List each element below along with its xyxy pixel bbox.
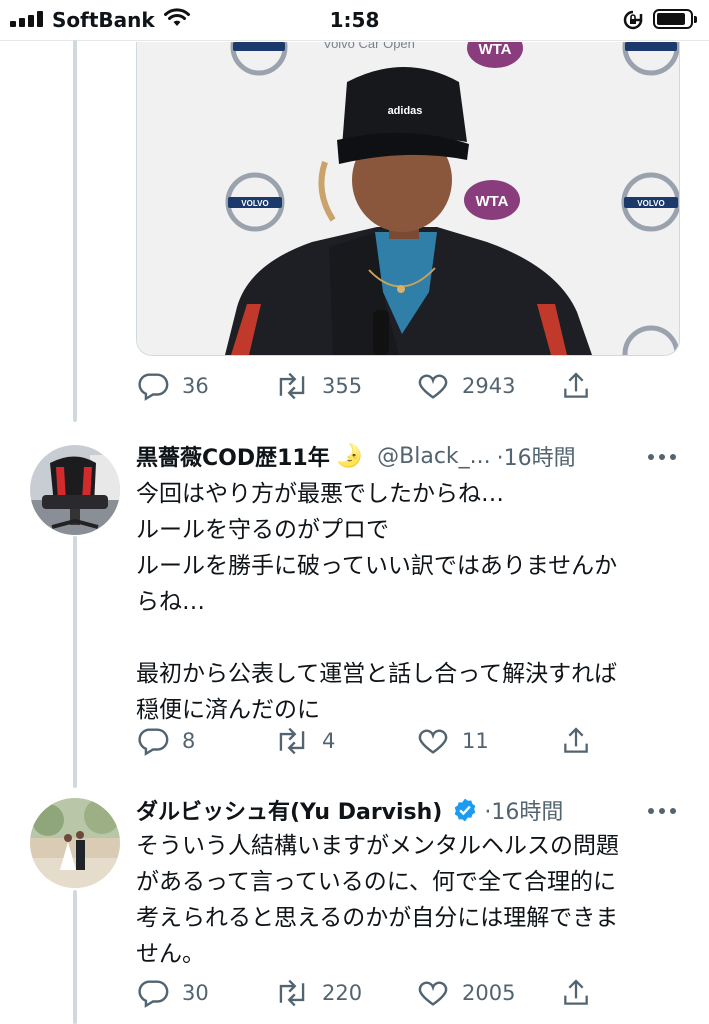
- retweet-icon: [279, 979, 305, 1007]
- like-button[interactable]: 2943: [416, 369, 515, 403]
- share-button[interactable]: [560, 724, 592, 758]
- retweet-button[interactable]: 4: [274, 724, 335, 758]
- reply-count: 30: [182, 981, 209, 1005]
- heart-icon: [418, 374, 448, 399]
- more-options-icon[interactable]: [648, 452, 678, 462]
- timestamp[interactable]: ·16時間: [497, 440, 576, 472]
- like-button[interactable]: 11: [416, 724, 489, 758]
- tweet-header: 黒薔薇COD歴11年 🌛 @Black_... ·16時間: [136, 440, 576, 472]
- share-button[interactable]: [560, 369, 592, 403]
- verified-badge-icon: [455, 798, 476, 822]
- volvo-logo-text: VOLVO: [241, 199, 268, 208]
- wifi-icon: [164, 8, 190, 26]
- tweet-text: そういう人結構いますがメンタルヘルスの問題 があるって言っているのに、何で全て合…: [136, 833, 619, 967]
- volvo-logo-text: VOLVO: [637, 199, 664, 208]
- retweet-icon: [279, 727, 305, 755]
- wta-logo-text: WTA: [478, 42, 511, 58]
- reply-icon: [138, 728, 169, 756]
- carrier-label: SoftBank: [52, 8, 155, 32]
- status-bar: SoftBank 1:58: [0, 0, 709, 41]
- share-icon: [564, 727, 588, 753]
- retweet-count: 220: [322, 981, 363, 1005]
- more-options-icon[interactable]: [648, 806, 678, 816]
- retweet-button[interactable]: 355: [274, 369, 362, 403]
- tweet-text: 今回はやり方が最悪でしたからね… ルールを守るのがプロで ルールを勝手に破ってい…: [136, 481, 618, 723]
- timestamp[interactable]: ·16時間: [484, 794, 563, 826]
- reply-icon: [138, 980, 169, 1008]
- tweet-action-bar: 8 4 11: [136, 724, 606, 758]
- wta-logo-text: WTA: [475, 193, 508, 210]
- reply-button[interactable]: 30: [136, 976, 209, 1010]
- display-name[interactable]: 黒薔薇COD歴11年: [136, 440, 330, 472]
- handle[interactable]: @Black_...: [377, 444, 491, 469]
- thread-line: [73, 536, 77, 788]
- share-button[interactable]: [560, 976, 592, 1010]
- thread-line: [73, 40, 77, 422]
- orientation-lock-icon: [623, 10, 643, 30]
- tweet-action-bar: 30 220 2005: [136, 976, 606, 1010]
- like-count: 2943: [462, 374, 516, 398]
- reply-count: 36: [182, 374, 209, 398]
- heart-icon: [418, 729, 448, 754]
- display-name[interactable]: ダルビッシュ有(Yu Darvish): [136, 794, 442, 826]
- reply-count: 8: [182, 729, 196, 753]
- retweet-count: 355: [322, 374, 363, 398]
- tweet-action-bar: 36 355 2943: [136, 369, 606, 403]
- retweet-count: 4: [322, 729, 336, 753]
- reply-button[interactable]: 8: [136, 724, 195, 758]
- share-icon: [564, 372, 588, 398]
- reply-icon: [138, 373, 169, 401]
- avatar[interactable]: [30, 798, 120, 888]
- thread-line: [73, 890, 77, 1024]
- tweet-media-image[interactable]: VOLVO VOLVO Volvo Car Open WTA WTA adida…: [136, 42, 680, 356]
- avatar[interactable]: [30, 445, 120, 535]
- like-button[interactable]: 2005: [416, 976, 515, 1010]
- signal-icon: [10, 11, 46, 27]
- retweet-button[interactable]: 220: [274, 976, 362, 1010]
- share-icon: [564, 979, 588, 1005]
- like-count: 2005: [462, 981, 516, 1005]
- tweet-header: ダルビッシュ有(Yu Darvish) ·16時間: [136, 794, 563, 826]
- heart-icon: [418, 981, 448, 1006]
- battery-icon: [653, 9, 697, 29]
- cap-logo-text: adidas: [388, 105, 423, 117]
- like-count: 11: [462, 729, 489, 753]
- moon-emoji: 🌛: [335, 443, 364, 469]
- banner-text: Volvo Car Open: [323, 42, 415, 51]
- reply-button[interactable]: 36: [136, 369, 209, 403]
- retweet-icon: [279, 372, 305, 400]
